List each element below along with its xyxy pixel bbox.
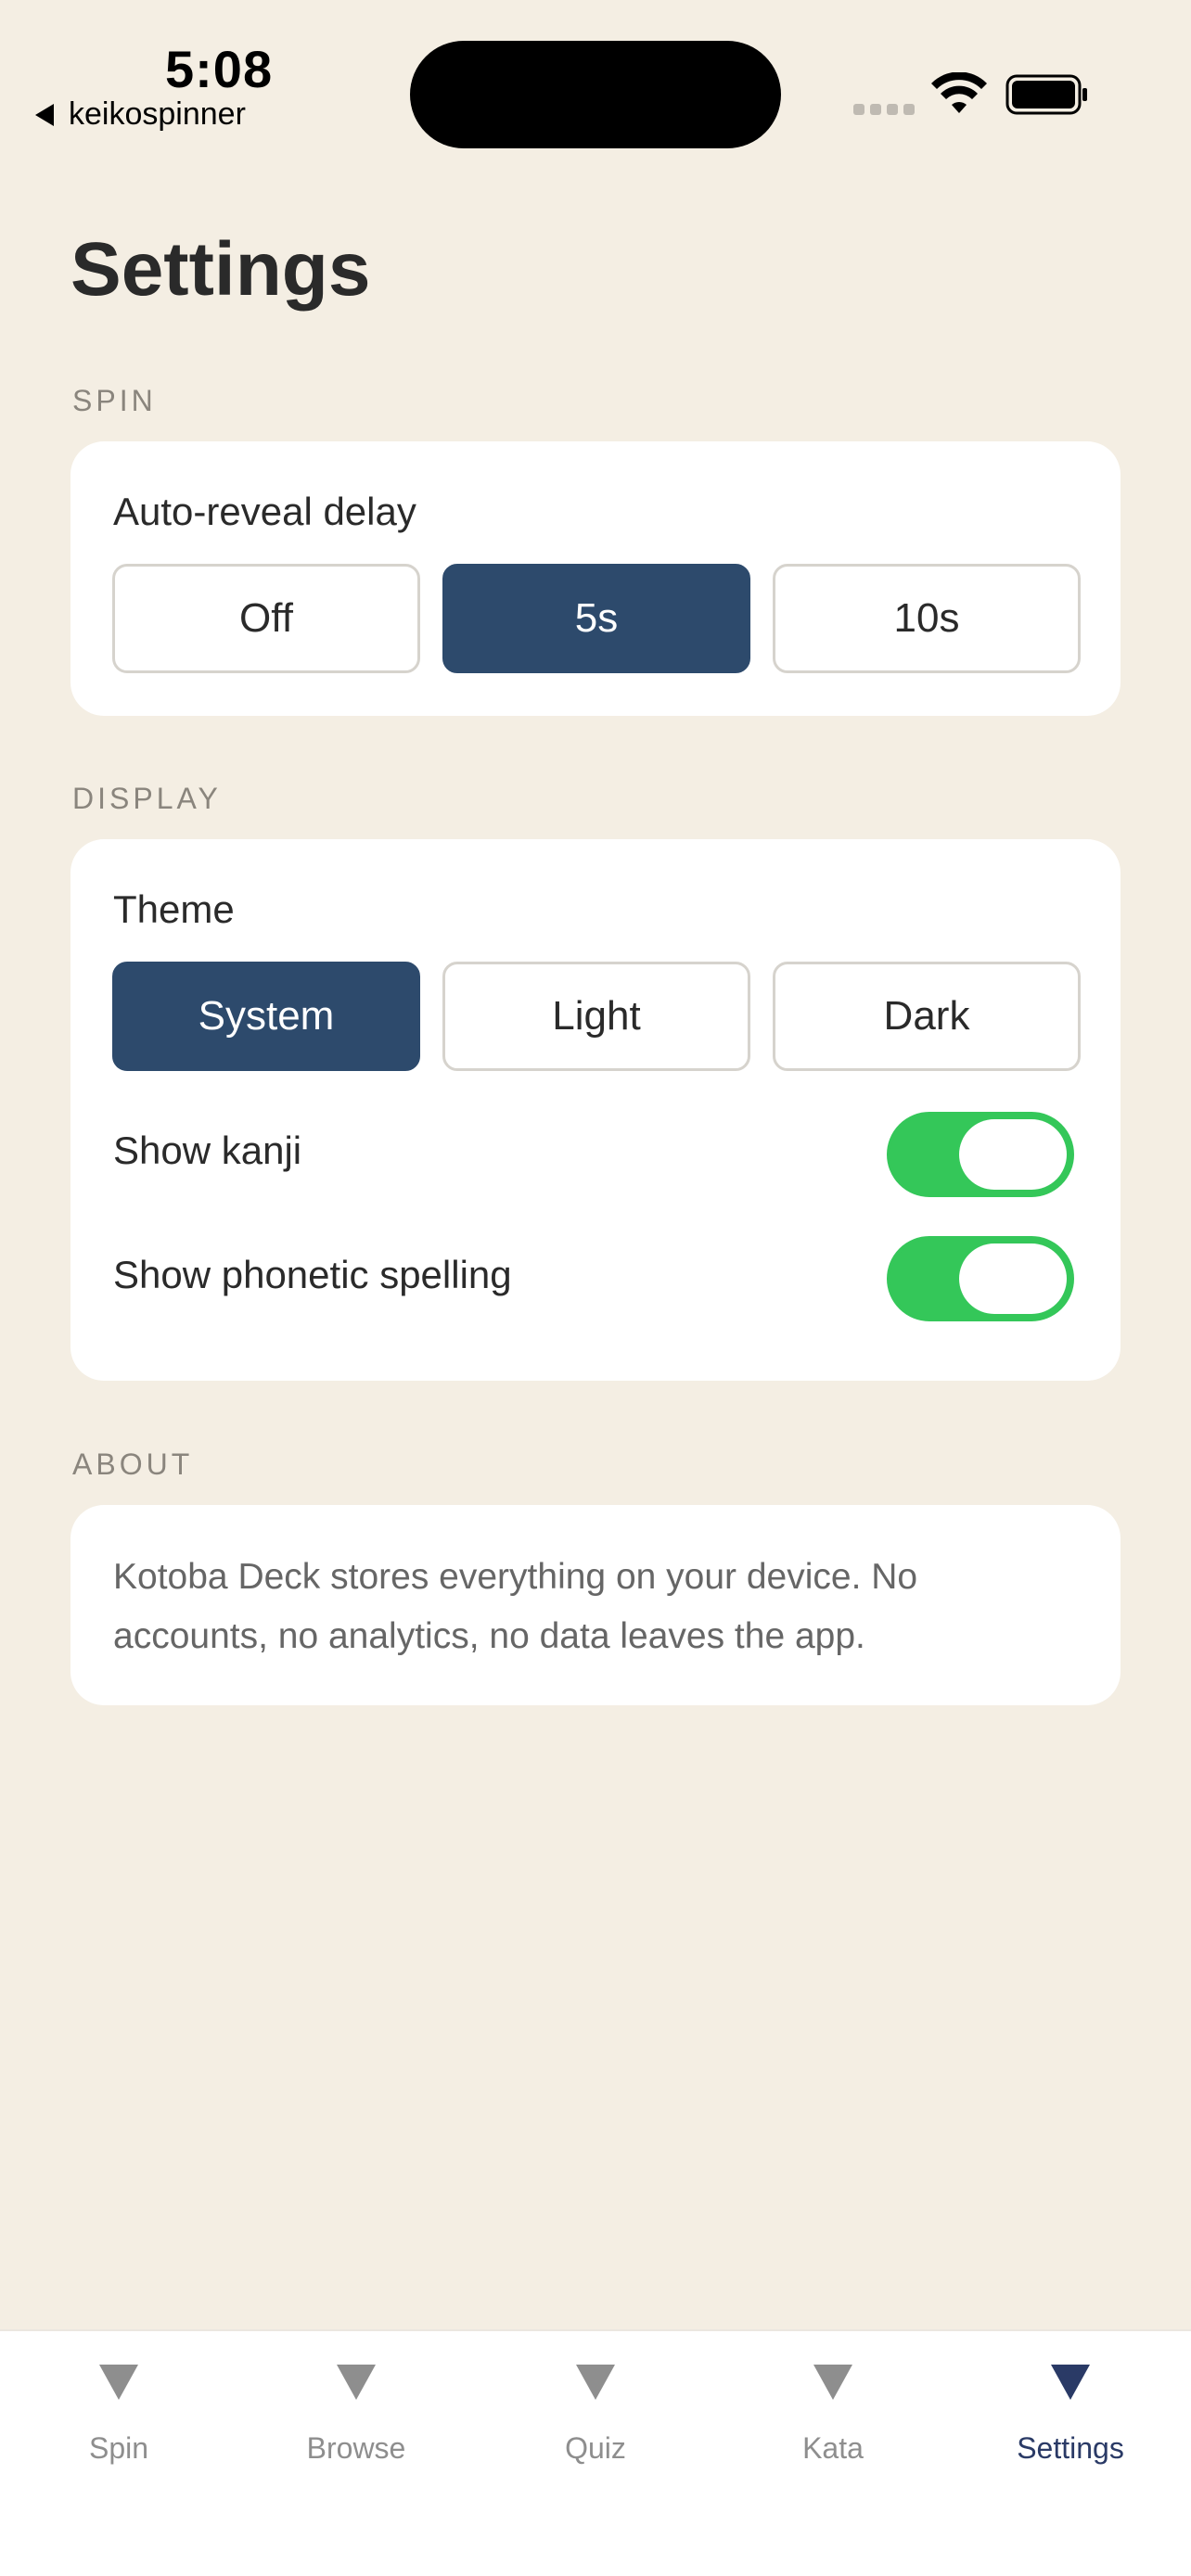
about-card: Kotoba Deck stores everything on your de…	[70, 1505, 1121, 1705]
show-kanji-label: Show kanji	[113, 1129, 302, 1172]
quiz-tab-icon	[576, 2365, 615, 2400]
section-header-about: ABOUT	[72, 1447, 194, 1481]
tab-label: Spin	[88, 2431, 149, 2465]
kata-tab-icon	[813, 2365, 852, 2400]
tab-kata[interactable]: Kata	[714, 2365, 952, 2466]
auto-reveal-option-10s[interactable]: 10s	[773, 564, 1081, 673]
back-to-app-link[interactable]: keikospinner	[35, 96, 246, 133]
tab-spin[interactable]: Spin	[0, 2365, 237, 2466]
auto-reveal-option-5s[interactable]: 5s	[442, 564, 750, 673]
settings-tab-icon	[1051, 2365, 1090, 2400]
about-text: Kotoba Deck stores everything on your de…	[113, 1557, 918, 1656]
tab-label: Quiz	[565, 2431, 626, 2465]
status-time: 5:08	[165, 40, 274, 98]
show-phonetic-label: Show phonetic spelling	[113, 1253, 512, 1296]
tab-label: Browse	[306, 2431, 406, 2465]
show-kanji-toggle[interactable]	[887, 1112, 1074, 1197]
theme-label: Theme	[113, 887, 235, 931]
toggle-knob	[959, 1243, 1067, 1314]
wifi-icon	[931, 72, 987, 113]
theme-option-dark[interactable]: Dark	[773, 962, 1081, 1071]
dynamic-island	[410, 41, 781, 148]
status-bar: 5:08 keikospinner	[0, 0, 1191, 158]
display-settings-card: Theme System Light Dark Show kanji Show …	[70, 839, 1121, 1381]
toggle-knob	[959, 1119, 1067, 1190]
spin-settings-card: Auto-reveal delay Off 5s 10s	[70, 441, 1121, 716]
auto-reveal-option-off[interactable]: Off	[112, 564, 420, 673]
theme-option-light[interactable]: Light	[442, 962, 750, 1071]
auto-reveal-label: Auto-reveal delay	[113, 490, 416, 533]
tab-browse[interactable]: Browse	[237, 2365, 475, 2466]
auto-reveal-segmented-control: Off 5s 10s	[112, 564, 1081, 673]
tab-label: Kata	[802, 2431, 864, 2465]
theme-segmented-control: System Light Dark	[112, 962, 1081, 1071]
browse-tab-icon	[337, 2365, 376, 2400]
show-phonetic-toggle[interactable]	[887, 1236, 1074, 1321]
tab-label: Settings	[1017, 2431, 1124, 2465]
section-header-spin: SPIN	[72, 384, 157, 417]
theme-option-system[interactable]: System	[112, 962, 420, 1071]
tab-settings[interactable]: Settings	[952, 2365, 1189, 2466]
back-arrow-icon	[35, 103, 54, 126]
tab-bar: Spin Browse Quiz Kata Settings	[0, 2329, 1191, 2576]
tab-quiz[interactable]: Quiz	[477, 2365, 714, 2466]
back-app-label: keikospinner	[69, 96, 246, 132]
spin-tab-icon	[99, 2365, 138, 2400]
cellular-signal-icon	[853, 104, 915, 115]
page-title: Settings	[70, 227, 371, 312]
section-header-display: DISPLAY	[72, 782, 222, 815]
battery-icon	[1005, 74, 1087, 115]
